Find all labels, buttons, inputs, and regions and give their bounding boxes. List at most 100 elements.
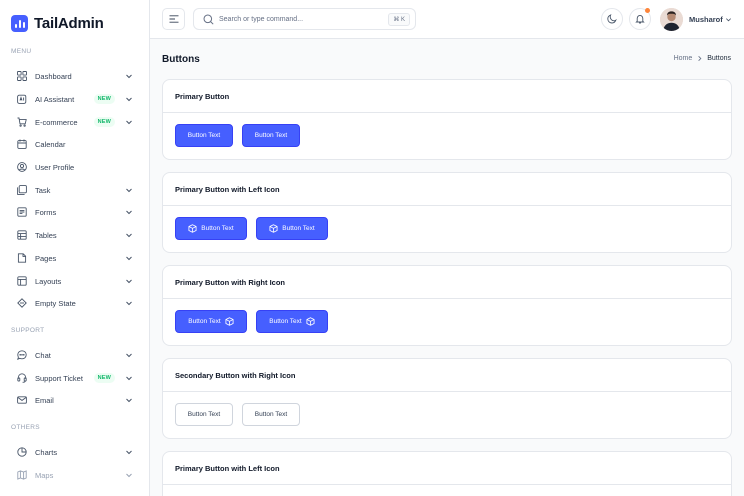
secondary-button[interactable]: Button Text: [242, 403, 300, 426]
chevron-down-icon: [125, 231, 133, 239]
sidebar-item-label: Maps: [35, 470, 54, 480]
sidebar-item-label: Chat: [35, 350, 51, 360]
box-icon: [188, 224, 197, 233]
chevron-down-icon: [125, 299, 133, 307]
sidebar-item-chat[interactable]: Chat: [11, 345, 137, 365]
theme-toggle-button[interactable]: [601, 8, 623, 30]
form-icon: [17, 207, 27, 217]
notification-dot: [645, 8, 650, 13]
button-label: Button Text: [187, 411, 221, 418]
sidebar-item-task[interactable]: Task: [11, 180, 137, 200]
sidebar-item-maps[interactable]: Maps: [11, 465, 137, 485]
box-icon: [225, 317, 234, 326]
primary-button-left-icon-card: Primary Button with Left Icon Button Tex…: [162, 172, 732, 253]
chevron-down-icon: [125, 118, 133, 126]
pages-icon: [17, 253, 27, 263]
box-icon: [269, 224, 278, 233]
bell-icon: [635, 14, 645, 24]
chevron-down-icon[interactable]: [725, 16, 732, 23]
new-badge: NEW: [93, 373, 115, 383]
layout-icon: [17, 276, 27, 286]
sidebar-item-charts[interactable]: Charts: [11, 442, 137, 462]
chevron-down-icon: [125, 186, 133, 194]
sidebar-item-forms[interactable]: Forms: [11, 202, 137, 222]
menu-icon: [169, 15, 178, 23]
brand[interactable]: TailAdmin: [11, 15, 104, 32]
secondary-button-right-icon-card: Secondary Button with Right Icon Button …: [162, 358, 732, 439]
chevron-right-icon: [698, 56, 702, 61]
sidebar-item-label: Calendar: [35, 139, 66, 149]
search-icon: [203, 14, 214, 25]
chevron-down-icon: [125, 72, 133, 80]
brand-logo-icon: [11, 15, 28, 32]
button-label: Button Text: [188, 318, 221, 325]
sidebar-item-label: AI Assistant: [35, 94, 75, 104]
chevron-down-icon: [125, 351, 133, 359]
sidebar-item-label: User Profile: [35, 162, 75, 172]
primary-button-card: Primary Button Button Text Button Text: [162, 79, 732, 160]
chat-icon: [17, 350, 27, 360]
primary-left-icon-button[interactable]: Button Text: [175, 217, 247, 240]
chevron-down-icon: [125, 448, 133, 456]
sidebar-item-label: Support Ticket: [35, 373, 83, 383]
chevron-down-icon: [125, 277, 133, 285]
sidebar-item-label: Dashboard: [35, 71, 72, 81]
user-name[interactable]: Musharof: [689, 15, 723, 24]
avatar[interactable]: [660, 8, 683, 31]
mail-icon: [17, 395, 27, 405]
chevron-down-icon: [125, 471, 133, 479]
sidebar-item-pages[interactable]: Pages: [11, 248, 137, 268]
chevron-down-icon: [125, 95, 133, 103]
breadcrumb: Home Buttons: [674, 55, 731, 62]
primary-right-icon-button[interactable]: Button Text: [175, 310, 247, 333]
chevron-down-icon: [125, 396, 133, 404]
button-label: Button Text: [201, 225, 234, 232]
new-badge: NEW: [93, 94, 115, 104]
sidebar-item-user-profile[interactable]: User Profile: [11, 157, 137, 177]
primary-button[interactable]: Button Text: [175, 124, 233, 147]
button-label: Button Text: [187, 132, 221, 139]
user-circle-icon: [17, 162, 27, 172]
primary-button[interactable]: Button Text: [242, 124, 300, 147]
secondary-button[interactable]: Button Text: [175, 403, 233, 426]
support-section-label: SUPPORT: [11, 327, 45, 334]
primary-left-icon-button[interactable]: Button Text: [256, 217, 328, 240]
card-title: Primary Button: [175, 91, 230, 101]
sidebar-item-label: E-commerce: [35, 117, 78, 127]
sidebar: TailAdmin MENU Dashboard AI Assistant NE…: [0, 0, 150, 496]
new-badge: NEW: [93, 117, 115, 127]
sidebar-item-e-commerce[interactable]: E-commerce NEW: [11, 112, 137, 132]
sidebar-toggle-button[interactable]: [162, 8, 185, 30]
cart-icon: [17, 117, 27, 127]
button-label: Button Text: [254, 411, 288, 418]
button-label: Button Text: [282, 225, 315, 232]
chevron-down-icon: [125, 374, 133, 382]
notifications-button[interactable]: [629, 8, 651, 30]
breadcrumb-home-link[interactable]: Home: [674, 55, 693, 62]
menu-section-label: MENU: [11, 48, 32, 55]
sidebar-item-label: Forms: [35, 207, 57, 217]
sidebar-item-empty-state[interactable]: Empty State: [11, 293, 137, 313]
sidebar-item-ai-assistant[interactable]: AI Assistant NEW: [11, 89, 137, 109]
headset-icon: [17, 373, 27, 383]
sidebar-item-dashboard[interactable]: Dashboard: [11, 66, 137, 86]
task-icon: [17, 185, 27, 195]
sidebar-item-support-ticket[interactable]: Support Ticket NEW: [11, 368, 137, 388]
shortcut-badge: ⌘ K: [388, 13, 410, 26]
button-label: Button Text: [254, 132, 288, 139]
search-input[interactable]: Search or type command...: [219, 16, 303, 23]
sidebar-item-label: Task: [35, 185, 51, 195]
search-bar[interactable]: Search or type command... ⌘ K: [193, 8, 416, 30]
primary-right-icon-button[interactable]: Button Text: [256, 310, 328, 333]
sidebar-item-calendar[interactable]: Calendar: [11, 134, 137, 154]
moon-icon: [607, 14, 617, 24]
empty-state-icon: [17, 298, 27, 308]
calendar-icon: [17, 139, 27, 149]
sidebar-item-tables[interactable]: Tables: [11, 225, 137, 245]
sidebar-item-layouts[interactable]: Layouts: [11, 271, 137, 291]
box-icon: [306, 317, 315, 326]
card-title: Primary Button with Right Icon: [175, 277, 285, 287]
sidebar-item-label: Tables: [35, 230, 57, 240]
sidebar-item-email[interactable]: Email: [11, 390, 137, 410]
chevron-down-icon: [125, 254, 133, 262]
